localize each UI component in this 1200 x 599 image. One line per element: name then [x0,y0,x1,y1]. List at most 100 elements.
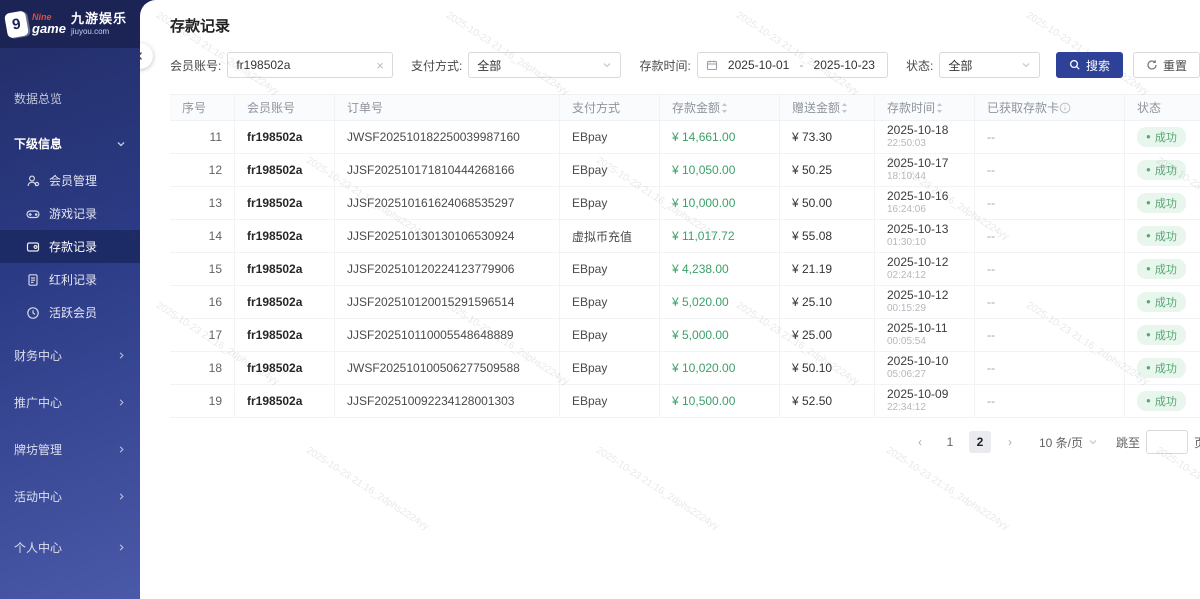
status-select[interactable]: 全部 [939,52,1040,78]
col-time[interactable]: 存款时间 [875,95,975,120]
user-icon [26,174,40,188]
sidebar-item-member-management[interactable]: 会员管理 [0,164,140,197]
page-button-2[interactable]: 2 [969,431,991,453]
page-size-value: 10 条/页 [1039,434,1083,451]
sidebar-section-activity[interactable]: 活动中心 [0,476,140,517]
table-row[interactable]: 11 fr198502a JWSF202510182250039987160 E… [170,121,1200,154]
sidebar-section-finance[interactable]: 财务中心 [0,335,140,376]
row-payment-method: EBpay [560,286,660,318]
row-bonus-amount: ¥ 25.00 [780,319,875,351]
row-deposit-time: 2025-10-18 22:50:03 [875,121,975,153]
sort-icon[interactable] [935,102,944,114]
row-account: fr198502a [235,319,335,351]
row-deposit-card: -- [975,220,1125,252]
sidebar-section-label: 财务中心 [14,347,62,364]
table-row[interactable]: 18 fr198502a JWSF202510100506277509588 E… [170,352,1200,385]
status-badge: ● 成功 [1137,160,1186,180]
table-row[interactable]: 19 fr198502a JJSF202510092234128001303 E… [170,385,1200,418]
method-filter-label: 支付方式: [411,57,462,74]
sidebar-item-active-members[interactable]: 活跃会员 [0,296,140,329]
row-index: 15 [170,253,235,285]
account-input[interactable] [236,58,376,72]
row-index: 12 [170,154,235,186]
sidebar-item-bonus-records[interactable]: 红利记录 [0,263,140,296]
status-label: 成功 [1155,162,1177,178]
sidebar-item-deposit-records[interactable]: 存款记录 [0,230,140,263]
status-badge: ● 成功 [1137,259,1186,279]
date-range-picker[interactable]: 2025-10-01 - 2025-10-23 [697,52,888,78]
table-header: 序号 会员账号 订单号 支付方式 存款金额 赠送金额 存款时间 已获取存款卡 [170,94,1200,121]
col-card: 已获取存款卡 [975,95,1125,120]
row-payment-method: EBpay [560,352,660,384]
row-deposit-amount: ¥ 10,000.00 [660,187,780,219]
row-date: 2025-10-12 [887,255,948,270]
row-date: 2025-10-16 [887,189,948,204]
page-button-1[interactable]: 1 [939,431,961,453]
row-index: 17 [170,319,235,351]
row-date: 2025-10-13 [887,222,948,237]
status-badge: ● 成功 [1137,127,1186,147]
col-index: 序号 [170,95,235,120]
row-account: fr198502a [235,154,335,186]
row-account: fr198502a [235,352,335,384]
row-payment-method: EBpay [560,187,660,219]
row-clock: 22:34:12 [887,402,926,415]
sidebar-collapse-button[interactable] [140,43,153,69]
sidebar-section-personal[interactable]: 个人中心 [0,527,140,568]
clear-icon[interactable]: × [376,58,384,73]
jump-input[interactable] [1146,430,1188,454]
row-status-cell: ● 成功 [1125,121,1200,153]
sort-icon[interactable] [840,102,849,114]
card-icon [26,240,40,254]
search-button[interactable]: 搜索 [1056,52,1123,78]
row-account: fr198502a [235,121,335,153]
row-deposit-card: -- [975,352,1125,384]
reset-button[interactable]: 重置 [1133,52,1200,78]
row-deposit-time: 2025-10-09 22:34:12 [875,385,975,417]
sidebar-item-label: 游戏记录 [49,205,97,222]
sidebar-item-game-records[interactable]: 游戏记录 [0,197,140,230]
row-date: 2025-10-11 [887,321,948,336]
status-dot-icon: ● [1146,397,1151,405]
row-deposit-card: -- [975,154,1125,186]
brand-en-bottom: game [32,22,66,35]
status-badge: ● 成功 [1137,325,1186,345]
row-bonus-amount: ¥ 73.30 [780,121,875,153]
page-size-select[interactable]: 10 条/页 [1039,434,1098,451]
table-body: 11 fr198502a JWSF202510182250039987160 E… [170,121,1200,418]
table-row[interactable]: 12 fr198502a JJSF202510171810444268166 E… [170,154,1200,187]
status-label: 成功 [1155,360,1177,376]
sidebar-group-downline[interactable]: 下级信息 [0,123,140,164]
col-bonus[interactable]: 赠送金额 [780,95,875,120]
sidebar-item-overview[interactable]: 数据总览 [0,80,140,117]
sort-icon[interactable] [720,102,729,114]
table-row[interactable]: 17 fr198502a JJSF202510110005548648889 E… [170,319,1200,352]
search-icon [1069,59,1081,71]
status-badge: ● 成功 [1137,358,1186,378]
brand-logo[interactable]: 9 Nine game 九游娱乐 jiuyou.com [0,0,140,48]
row-clock: 00:05:54 [887,336,926,349]
method-select[interactable]: 全部 [468,52,621,78]
sidebar-menu: 数据总览 下级信息 会员管理 游戏记录 [0,48,140,568]
row-payment-method: EBpay [560,385,660,417]
table-row[interactable]: 16 fr198502a JJSF202510120015291596514 E… [170,286,1200,319]
brand-en: Nine game [32,13,66,35]
sidebar-section-plaque[interactable]: 牌坊管理 [0,429,140,470]
prev-page-button[interactable]: ‹ [909,431,931,453]
row-order-number: JJSF202510120224123779906 [335,253,560,285]
table-row[interactable]: 15 fr198502a JJSF202510120224123779906 E… [170,253,1200,286]
table-row[interactable]: 13 fr198502a JJSF202510161624068535297 E… [170,187,1200,220]
next-page-button[interactable]: › [999,431,1021,453]
row-index: 19 [170,385,235,417]
sidebar-section-promotion[interactable]: 推广中心 [0,382,140,423]
col-amount[interactable]: 存款金额 [660,95,780,120]
row-order-number: JWSF202510182250039987160 [335,121,560,153]
row-order-number: JJSF202510092234128001303 [335,385,560,417]
row-payment-method: EBpay [560,319,660,351]
filter-bar: 会员账号: × 支付方式: 全部 存款时间: 2025-10-01 - 2025… [170,52,1200,78]
search-button-label: 搜索 [1086,57,1110,74]
row-account: fr198502a [235,253,335,285]
info-icon[interactable] [1059,102,1071,114]
table-row[interactable]: 14 fr198502a JJSF202510130130106530924 虚… [170,220,1200,253]
row-index: 16 [170,286,235,318]
